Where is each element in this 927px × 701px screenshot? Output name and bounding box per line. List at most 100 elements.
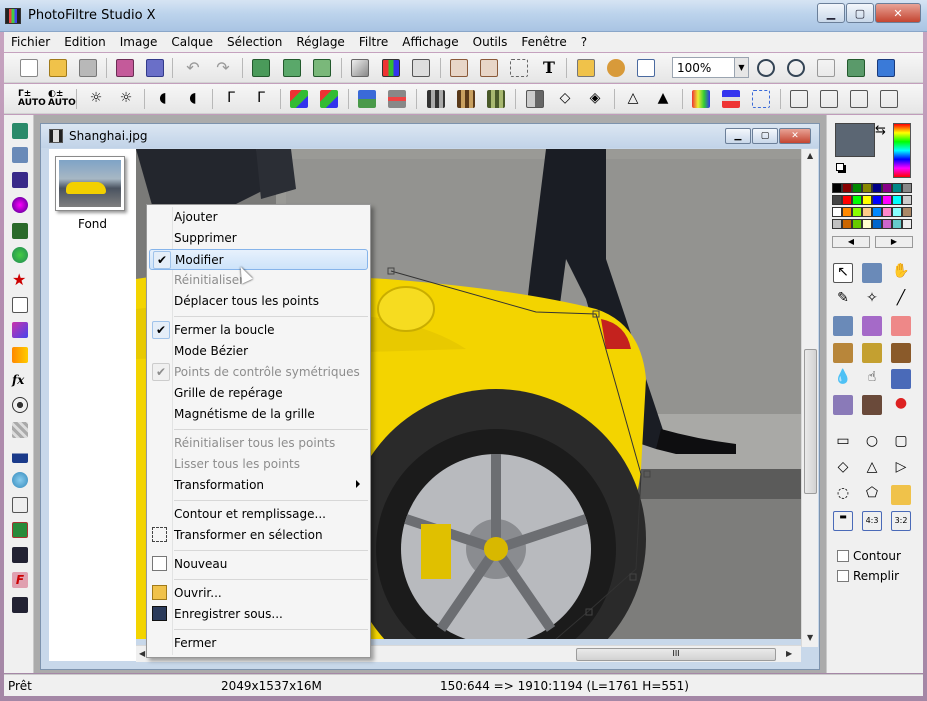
palette-swatch[interactable] — [842, 195, 852, 205]
zoom-select[interactable]: 100% ▼ — [672, 57, 749, 78]
menu-calque[interactable]: Calque — [164, 35, 220, 49]
palette-swatch[interactable] — [882, 207, 892, 217]
palette-swatch[interactable] — [862, 219, 872, 229]
menu-item-deplacer-points[interactable]: Déplacer tous les points — [149, 291, 368, 312]
strawberry-icon[interactable]: ● — [891, 395, 911, 415]
negative-icon[interactable] — [722, 90, 740, 108]
default-colors-icon[interactable] — [836, 163, 844, 171]
scroll-down-icon[interactable]: ▼ — [807, 633, 813, 642]
crop-icon[interactable] — [510, 59, 528, 77]
close-button[interactable]: ✕ — [875, 3, 921, 23]
menu-affichage[interactable]: Affichage — [395, 35, 465, 49]
palette-swatch[interactable] — [862, 207, 872, 217]
menu-item-magnetisme[interactable]: Magnétisme de la grille — [149, 404, 368, 425]
aspect-43-icon[interactable]: 4:3 — [862, 511, 882, 531]
zoom-in-icon[interactable] — [757, 59, 775, 77]
horizontal-scroll-thumb[interactable]: III — [576, 648, 776, 661]
portrait-icon[interactable] — [862, 395, 882, 415]
clone-icon[interactable] — [891, 369, 911, 389]
histogram-icon[interactable] — [12, 447, 28, 463]
palette-swatch[interactable] — [872, 207, 882, 217]
globe-icon[interactable] — [12, 247, 28, 263]
menu-item-fermer[interactable]: Fermer — [149, 633, 368, 654]
line-tool-icon[interactable]: ╱ — [891, 290, 911, 310]
save-icon[interactable] — [79, 59, 97, 77]
undo-icon[interactable]: ↶ — [184, 59, 202, 77]
copy-icon[interactable] — [252, 59, 270, 77]
fullscreen-icon[interactable] — [877, 59, 895, 77]
film-icon[interactable] — [12, 397, 28, 413]
menu-item-mode-bezier[interactable]: Mode Bézier — [149, 341, 368, 362]
rotate-left-icon[interactable] — [850, 90, 868, 108]
texture-icon[interactable] — [487, 90, 505, 108]
pointer-tool-icon[interactable]: ↖ — [833, 263, 853, 283]
menu-fenetre[interactable]: Fenêtre — [514, 35, 573, 49]
document-title-bar[interactable]: Shanghai.jpg ▁ ▢ ✕ — [41, 124, 819, 148]
flip-vertical-icon[interactable] — [820, 90, 838, 108]
palette-swatch[interactable] — [882, 195, 892, 205]
palette-swatch[interactable] — [842, 183, 852, 193]
scan-icon[interactable] — [146, 59, 164, 77]
menu-item-ajouter[interactable]: Ajouter — [149, 207, 368, 228]
palette-swatch[interactable] — [832, 195, 842, 205]
scroll-left-icon[interactable]: ◀ — [139, 649, 145, 658]
menu-item-grille-reperage[interactable]: Grille de repérage — [149, 383, 368, 404]
open-folder-icon[interactable] — [49, 59, 67, 77]
palette-swatch[interactable] — [892, 207, 902, 217]
canvas-size-icon[interactable] — [480, 59, 498, 77]
blur-more-icon[interactable]: ◈ — [586, 90, 604, 108]
palette-swatch[interactable] — [902, 207, 912, 217]
palette-swatch[interactable] — [842, 207, 852, 217]
menu-filtre[interactable]: Filtre — [352, 35, 395, 49]
blur-drop-icon[interactable]: 💧 — [833, 369, 853, 389]
color-spectrum[interactable] — [893, 123, 911, 178]
menu-item-nouveau[interactable]: Nouveau — [149, 554, 368, 575]
sphere-icon[interactable] — [12, 197, 28, 213]
star-icon[interactable]: ★ — [12, 272, 28, 288]
fill-checkbox[interactable]: Remplir — [837, 569, 899, 583]
palette-swatch[interactable] — [832, 207, 842, 217]
flip-horizontal-icon[interactable] — [790, 90, 808, 108]
palette-swatch[interactable] — [892, 219, 902, 229]
rotate-right-icon[interactable] — [880, 90, 898, 108]
palette-swatch[interactable] — [902, 183, 912, 193]
contour-checkbox-box[interactable] — [837, 550, 849, 562]
brightness-plus-icon[interactable]: ☼ — [117, 90, 135, 108]
doc-maximize-button[interactable]: ▢ — [752, 128, 778, 144]
filter-icon[interactable] — [412, 59, 430, 77]
blur-icon[interactable]: ◇ — [556, 90, 574, 108]
vertical-scrollbar[interactable]: ▲ ▼ — [801, 149, 818, 647]
color-balance-icon[interactable] — [388, 90, 406, 108]
menu-item-transformation[interactable]: Transformation — [149, 475, 368, 496]
palette-swatch[interactable] — [842, 219, 852, 229]
minimize-button[interactable]: ▁ — [817, 3, 845, 23]
print-icon[interactable] — [116, 59, 134, 77]
transparency-icon[interactable] — [752, 90, 770, 108]
eyedropper-icon[interactable]: ✎ — [833, 290, 853, 310]
saturation-plus-icon[interactable] — [320, 90, 338, 108]
redo-icon[interactable]: ↷ — [214, 59, 232, 77]
palette-swatch[interactable] — [832, 219, 842, 229]
lasso-icon[interactable]: ◌ — [833, 485, 853, 505]
sepia-icon[interactable] — [457, 90, 475, 108]
auto-levels-icon[interactable]: Γ± AUTO — [18, 90, 46, 108]
menu-help[interactable]: ? — [574, 35, 594, 49]
aspect-free-icon[interactable]: ▬ — [833, 511, 853, 531]
menu-outils[interactable]: Outils — [466, 35, 515, 49]
saturation-minus-icon[interactable] — [290, 90, 308, 108]
brightness-minus-icon[interactable]: ☼ — [87, 90, 105, 108]
palette-swatch[interactable] — [852, 207, 862, 217]
menu-selection[interactable]: Sélection — [220, 35, 289, 49]
rgb-icon[interactable] — [382, 59, 400, 77]
swap-colors-icon[interactable]: ⇆ — [875, 123, 886, 138]
chevron-down-icon[interactable]: ▼ — [734, 58, 748, 77]
menu-item-fermer-boucle[interactable]: ✔ Fermer la boucle — [149, 320, 368, 341]
explorer-icon[interactable] — [577, 59, 595, 77]
levels-icon[interactable] — [358, 90, 376, 108]
menu-edition[interactable]: Edition — [57, 35, 113, 49]
gamma-minus-icon[interactable]: Γ — [222, 90, 240, 108]
camera-icon[interactable] — [12, 223, 28, 239]
zoom-out-icon[interactable] — [787, 59, 805, 77]
contrast-minus-icon[interactable]: ◖ — [154, 90, 172, 108]
crop-frame-icon[interactable] — [12, 147, 28, 163]
